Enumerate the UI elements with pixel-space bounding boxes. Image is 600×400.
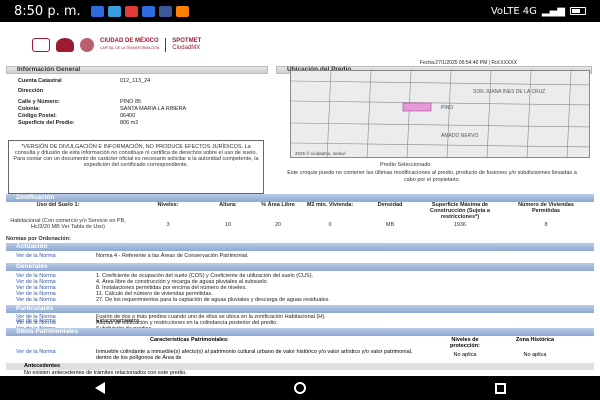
section-generales: Generales <box>6 263 594 271</box>
field-label: Superficie del Predio: <box>18 120 75 126</box>
field-label: Cuenta Catastral <box>18 78 62 84</box>
col-densidad: Densidad <box>377 202 403 208</box>
field-value: SANTA MARIA LA RIBERA <box>120 106 187 112</box>
predio-map[interactable]: SOR JUANA INES DE LA CRUZ PINO AMADO NER… <box>290 70 590 158</box>
app-notification-icon <box>90 5 104 17</box>
app-notification-icon <box>175 5 189 17</box>
street-label: SOR JUANA INES DE LA CRUZ <box>473 89 545 95</box>
section-info-general: Información General <box>6 66 268 74</box>
col-uso: Uso del Suelo 1: <box>36 202 80 208</box>
cell-altura: 10 <box>224 222 232 228</box>
list-item: Ver de la Norma De las tablas de usos per… <box>16 344 596 350</box>
field-value: 06400 <box>120 113 136 119</box>
section-zonificacion: Zonificación <box>6 194 594 202</box>
street-label: AMADO NERVO <box>441 133 479 139</box>
field-value: 012_113_24 <box>120 78 151 84</box>
status-right: VoLTE 4G ▂▄▆ <box>491 6 586 17</box>
brand-cdmx: CIUDAD DE MÉXICO CAPITAL DE LA TRANSFORM… <box>100 38 159 52</box>
field-value: PINO 85 <box>120 99 142 105</box>
battery-icon <box>570 7 586 15</box>
cdmx-logo-icon <box>80 38 94 52</box>
signal-icon: ▂▄▆ <box>541 5 565 17</box>
street-label: PINO <box>441 105 453 111</box>
col-area-libre: % Área Libre <box>261 202 295 208</box>
brand-seduvi-sub: CiudadMX <box>172 45 201 51</box>
col-niveles: Niveles: <box>157 202 179 208</box>
norma-link[interactable]: Ver de la Norma <box>16 344 96 350</box>
brand-divider <box>165 38 167 52</box>
field-label: Colonia: <box>18 106 40 112</box>
recent-apps-button[interactable] <box>494 382 506 394</box>
network-indicator: VoLTE 4G <box>490 5 537 17</box>
cell-uso: Habitacional (Con comercio y/o Servicio … <box>10 218 126 230</box>
government-seal-icon <box>32 38 50 52</box>
field-label: Código Postal: <box>18 113 57 119</box>
map-credit: 2025 © ciudadmx, seduvi <box>295 150 346 156</box>
brand-cdmx-name: CIUDAD DE MÉXICO <box>100 38 159 44</box>
android-status-bar: 8:50 p. m. VoLTE 4G ▂▄▆ <box>0 0 600 22</box>
header-logos: CIUDAD DE MÉXICO CAPITAL DE LA TRANSFORM… <box>32 36 201 54</box>
map-svg: SOR JUANA INES DE LA CRUZ PINO AMADO NER… <box>291 71 589 157</box>
app-notification-icon <box>141 5 155 17</box>
cell-superficie: 1936 <box>453 222 467 228</box>
field-label: Calle y Número: <box>18 99 60 105</box>
cell-niveles: 3 <box>166 222 170 228</box>
app-notification-icon <box>107 5 121 17</box>
col-altura: Altura: <box>219 202 237 208</box>
cell-viviendas: 8 <box>544 222 548 228</box>
normas-title: Normas por Ordenación: <box>6 236 71 242</box>
section-actuacion: Actuación <box>6 243 594 251</box>
norma-link[interactable]: Ver de la Norma <box>16 253 96 259</box>
col-viviendas: Número de Viviendas Permitidas <box>518 202 574 214</box>
cell-m2: 0 <box>328 222 332 228</box>
brand-seduvi: SPOTMET CiudadMX <box>172 38 201 52</box>
field-cuenta: Cuenta Catastral 012_113_24 <box>18 78 150 84</box>
list-item: Ver de la Norma 27. De los requerimientos… <box>16 297 596 303</box>
document-page: CIUDAD DE MÉXICO CAPITAL DE LA TRANSFORM… <box>0 22 600 376</box>
cdmx-emblem-icon <box>56 38 74 52</box>
field-cp: Código Postal: 06400 <box>18 113 135 119</box>
field-colonia: Colonia: SANTA MARIA LA RIBERA <box>18 106 186 112</box>
field-label: Dirección <box>18 88 44 94</box>
map-caption: Predio Seleccionado <box>380 162 431 168</box>
map-info-text: Este croquis puede no contener las últim… <box>287 170 577 183</box>
field-superficie: Superficie del Predio: 806 m2 <box>18 120 138 126</box>
brand-seduvi-name: SPOTMET <box>172 38 202 44</box>
app-notification-icon <box>124 5 138 17</box>
field-calle: Calle y Número: PINO 85 <box>18 99 141 105</box>
predio-highlight[interactable] <box>402 102 432 112</box>
col-superficie: Superficie Máxima de Construcción (Sujet… <box>430 202 490 220</box>
status-time: 8:50 p. m. <box>14 3 81 19</box>
cell-area-libre: 20 <box>274 222 282 228</box>
norma-text: 27. De los requerimientos para la captac… <box>96 297 330 303</box>
home-button[interactable] <box>293 382 306 394</box>
app-notification-icon <box>158 5 172 17</box>
list-item: Ver de la Norma Norma 4 - Referente a las… <box>16 253 596 259</box>
cell-densidad: MB <box>385 222 395 228</box>
notification-icons <box>90 5 189 17</box>
section-particulares: Particulares <box>6 305 594 313</box>
brand-cdmx-tagline: CAPITAL DE LA TRANSFORMACIÓN <box>100 46 160 50</box>
disclaimer-box: *VERSIÓN DE DIVULGACIÓN E INFORMACIÓN, N… <box>8 140 264 194</box>
norma-text: Norma 4 - Referente a las Áreas de Conse… <box>96 253 249 259</box>
col-m2-vivienda: M2 min. Vivienda: <box>306 202 354 208</box>
norma-link[interactable]: Ver de la Norma <box>16 297 96 303</box>
back-button[interactable] <box>94 382 105 394</box>
field-direccion: Dirección <box>18 88 120 94</box>
norma-text: De las tablas de usos permitidos. <box>96 344 178 350</box>
android-nav-bar <box>0 376 600 400</box>
field-value: 806 m2 <box>120 120 139 126</box>
